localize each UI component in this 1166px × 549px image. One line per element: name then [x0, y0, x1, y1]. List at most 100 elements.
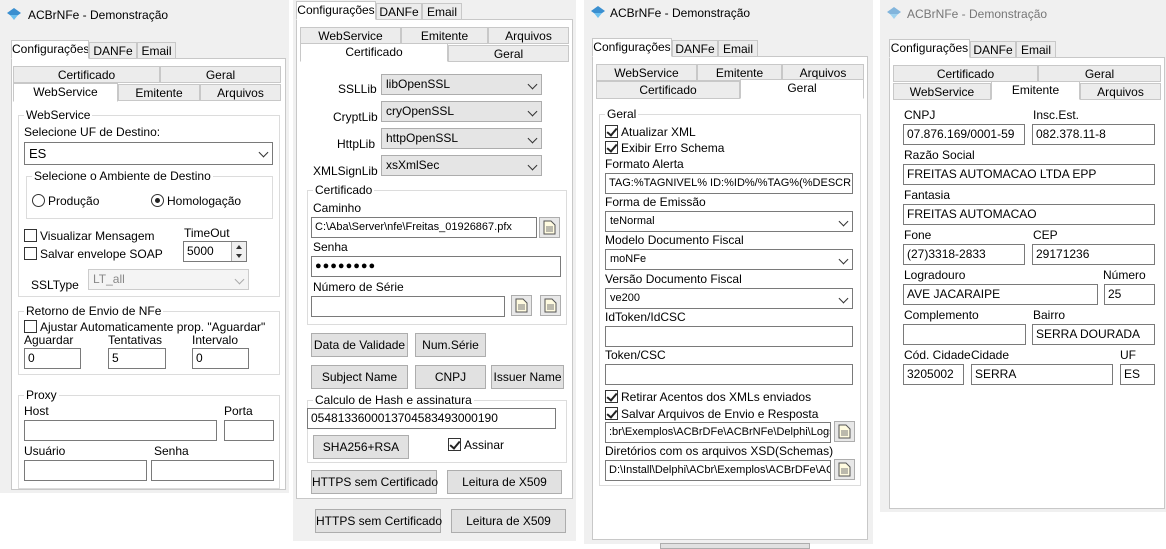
ssllib-select[interactable]: libOpenSSL — [381, 74, 542, 95]
fone-label: Fone — [904, 228, 932, 242]
tab-geral[interactable]: Geral — [740, 79, 864, 99]
radio-homologacao[interactable] — [151, 194, 164, 207]
intervalo-input[interactable]: 0 — [192, 348, 249, 369]
httplib-select[interactable]: httpOpenSSL — [381, 128, 542, 149]
usuario-input[interactable] — [24, 460, 147, 481]
versao-select[interactable]: ve200 — [605, 288, 853, 309]
serie-browse-button[interactable] — [540, 295, 561, 316]
logradouro-input[interactable]: AVE JACARAIPE — [903, 284, 1098, 305]
tab-danfe[interactable]: DANFe — [970, 41, 1016, 58]
forma-select[interactable]: teNormal — [605, 211, 853, 232]
tab-configuracoes[interactable]: Configurações — [11, 40, 89, 59]
checkbox-retirar-acentos[interactable] — [605, 390, 618, 403]
bairro-input[interactable]: SERRA DOURADA — [1032, 324, 1155, 345]
tab-webservice[interactable]: WebService — [893, 83, 991, 100]
logs-path-input[interactable]: :br\Exemplos\ACBrDFe\ACBrNFe\Delphi\Logs — [605, 422, 831, 443]
tab-certificado[interactable]: Certificado — [300, 43, 448, 62]
tab-arquivos[interactable]: Arquivos — [1080, 83, 1161, 100]
tab-danfe[interactable]: DANFe — [376, 3, 422, 20]
schemas-path-input[interactable]: D:\Install\Delphi\ACbr\Exemplos\ACBrDFe\… — [605, 460, 831, 481]
tab-emitente[interactable]: Emitente — [991, 81, 1080, 100]
checkbox-salvar-arquivos[interactable] — [605, 407, 618, 420]
idtoken-input[interactable] — [605, 326, 853, 347]
logs-browse-button[interactable] — [834, 421, 855, 442]
versao-label: Versão Documento Fiscal — [605, 272, 742, 286]
https-sem-cert-button-2[interactable]: HTTPS sem Certificado — [315, 509, 442, 533]
tab-danfe[interactable]: DANFe — [89, 42, 137, 59]
ssltype-select[interactable]: LT_all — [88, 269, 249, 290]
sha256-button[interactable]: SHA256+RSA — [313, 435, 409, 459]
hash-input[interactable]: 05481336000137045834930001​90 — [307, 408, 556, 429]
tab-danfe[interactable]: DANFe — [672, 40, 718, 57]
tab-emitente[interactable]: Emitente — [401, 27, 488, 44]
fantasia-input[interactable]: FREITAS AUTOMACAO — [903, 204, 1155, 225]
fone-input[interactable]: (27)3318-2833 — [903, 244, 1025, 265]
senha-cert-input[interactable]: ●●●●●●●● — [311, 256, 561, 277]
cryptlib-select[interactable]: cryOpenSSL — [381, 101, 542, 122]
host-input[interactable] — [24, 420, 217, 441]
tab-email[interactable]: Email — [422, 3, 462, 20]
complemento-input[interactable] — [903, 324, 1026, 345]
cidade-input[interactable]: SERRA — [971, 364, 1113, 385]
tab-webservice[interactable]: WebService — [300, 27, 401, 44]
tab-configuracoes[interactable]: Configurações — [592, 38, 672, 57]
cnpj-button[interactable]: CNPJ — [415, 365, 486, 389]
ie-input[interactable]: 082.378.11-8 — [1032, 124, 1155, 145]
tab-geral[interactable]: Geral — [1038, 65, 1161, 82]
token-input[interactable] — [605, 364, 853, 385]
checkbox-atualizar-xml[interactable] — [605, 125, 618, 138]
cep-input[interactable]: 29171236 — [1032, 244, 1155, 265]
cnpj-input[interactable]: 07.876.169/0001-59 — [903, 124, 1025, 145]
checkbox-salvar-soap[interactable] — [24, 247, 37, 260]
tab-arquivos[interactable]: Arquivos — [488, 27, 569, 44]
tab-webservice[interactable]: WebService — [13, 83, 118, 102]
caminho-input[interactable]: C:\Aba\Server\nfe\Freitas_01926867.pfx — [311, 217, 537, 238]
cod-cidade-input[interactable]: 3205002 — [903, 364, 964, 385]
uf-select-value: ES — [29, 146, 47, 161]
checkbox-exibir-erro[interactable] — [605, 141, 618, 154]
xmlsign-select[interactable]: xsXmlSec — [381, 155, 542, 176]
tab-emitente[interactable]: Emitente — [118, 84, 200, 101]
https-sem-cert-button[interactable]: HTTPS sem Certificado — [311, 470, 438, 494]
porta-input[interactable] — [224, 420, 274, 441]
tab-email[interactable]: Email — [1016, 41, 1056, 58]
checkbox-visualizar[interactable] — [24, 229, 37, 242]
data-validade-button[interactable]: Data de Validade — [311, 333, 408, 357]
schemas-browse-button[interactable] — [834, 459, 855, 480]
tab-geral[interactable]: Geral — [448, 45, 569, 62]
tab-geral[interactable]: Geral — [160, 66, 281, 83]
aguardar-input[interactable]: 0 — [24, 348, 81, 369]
tab-arquivos[interactable]: Arquivos — [200, 84, 281, 101]
checkbox-assinar[interactable] — [448, 438, 461, 451]
tab-email[interactable]: Email — [137, 42, 176, 59]
tentativas-input[interactable]: 5 — [108, 348, 166, 369]
browse-button[interactable] — [539, 217, 560, 238]
checkbox-ajustar[interactable] — [24, 320, 37, 333]
leitura-x509-button-2[interactable]: Leitura de X509 — [451, 509, 566, 533]
numero-input[interactable]: 25 — [1104, 284, 1155, 305]
senha-input[interactable] — [151, 460, 274, 481]
modelo-select[interactable]: moNFe — [605, 249, 853, 270]
subject-name-button[interactable]: Subject Name — [311, 365, 408, 389]
partial-button[interactable] — [660, 543, 810, 549]
tab-configuracoes[interactable]: Configurações — [296, 1, 376, 20]
formato-input[interactable]: TAG:%TAGNIVEL% ID:%ID%/%TAG%(%DESCRICA — [605, 173, 853, 194]
uf-emit-input[interactable]: ES — [1120, 364, 1155, 385]
timeout-spinner[interactable] — [231, 242, 246, 261]
uf-select[interactable]: ES — [24, 142, 273, 165]
radio-producao[interactable] — [32, 194, 45, 207]
razao-input[interactable]: FREITAS AUTOMACAO LTDA EPP — [903, 164, 1155, 185]
timeout-input[interactable]: 5000 — [183, 241, 247, 262]
leitura-x509-button[interactable]: Leitura de X509 — [447, 470, 562, 494]
tab-configuracoes[interactable]: Configurações — [889, 39, 970, 58]
tab-certificado[interactable]: Certificado — [596, 81, 740, 99]
tab-webservice[interactable]: WebService — [596, 64, 697, 81]
uf-label: Selecione UF de Destino: — [24, 125, 161, 139]
num-serie-button[interactable]: Num.Série — [415, 333, 486, 357]
serie-input[interactable] — [311, 296, 505, 317]
tab-certificado[interactable]: Certificado — [13, 66, 160, 83]
serie-lookup-button[interactable] — [511, 295, 532, 316]
tab-certificado[interactable]: Certificado — [893, 65, 1038, 82]
issuer-name-button[interactable]: Issuer Name — [491, 365, 564, 389]
tab-email[interactable]: Email — [718, 40, 758, 57]
